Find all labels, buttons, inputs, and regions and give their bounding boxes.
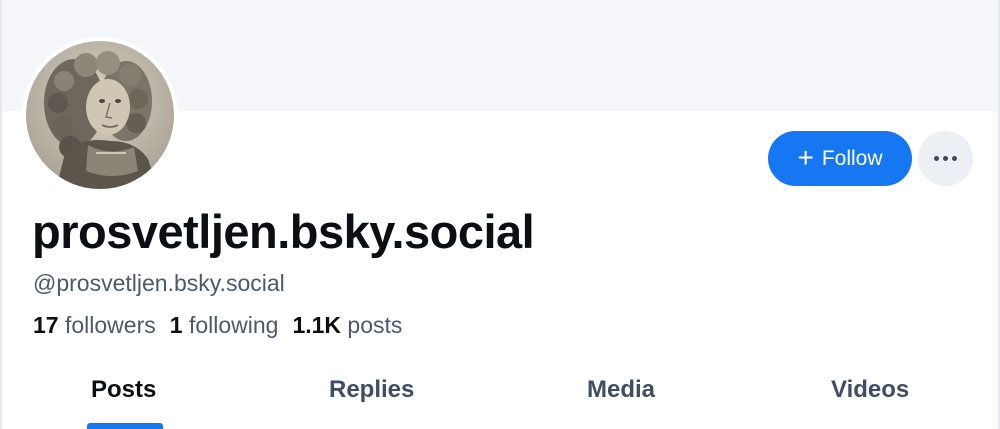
- portrait-avatar-icon: [26, 41, 174, 189]
- posts-label: posts: [347, 312, 403, 338]
- follow-button-label: Follow: [821, 146, 883, 170]
- profile-stats: 17 followers 1 following 1.1K posts: [33, 312, 402, 339]
- ellipsis-icon: [952, 156, 957, 161]
- follow-button[interactable]: + Follow: [768, 131, 912, 186]
- profile-display-name: prosvetljen.bsky.social: [32, 205, 535, 258]
- more-options-button[interactable]: [918, 131, 973, 186]
- following-count: 1: [169, 312, 183, 338]
- avatar[interactable]: [22, 37, 178, 193]
- posts-count: 1.1K: [292, 312, 342, 338]
- profile-handle: @prosvetljen.bsky.social: [33, 270, 285, 296]
- following-stat[interactable]: 1 following: [170, 312, 279, 339]
- ellipsis-icon: [943, 156, 948, 161]
- followers-stat[interactable]: 17 followers: [33, 312, 156, 339]
- tab-media[interactable]: Media: [587, 376, 655, 404]
- following-label: following: [188, 312, 279, 338]
- ellipsis-icon: [934, 156, 939, 161]
- followers-count: 17: [33, 312, 59, 338]
- plus-icon: +: [797, 141, 814, 173]
- active-tab-indicator: [87, 423, 163, 429]
- tab-posts[interactable]: Posts: [91, 376, 156, 404]
- tab-videos[interactable]: Videos: [831, 376, 909, 404]
- profile-tabs: Posts Replies Media Videos: [2, 360, 998, 429]
- tab-replies[interactable]: Replies: [329, 376, 414, 404]
- followers-label: followers: [64, 312, 156, 338]
- posts-stat: 1.1K posts: [292, 312, 402, 339]
